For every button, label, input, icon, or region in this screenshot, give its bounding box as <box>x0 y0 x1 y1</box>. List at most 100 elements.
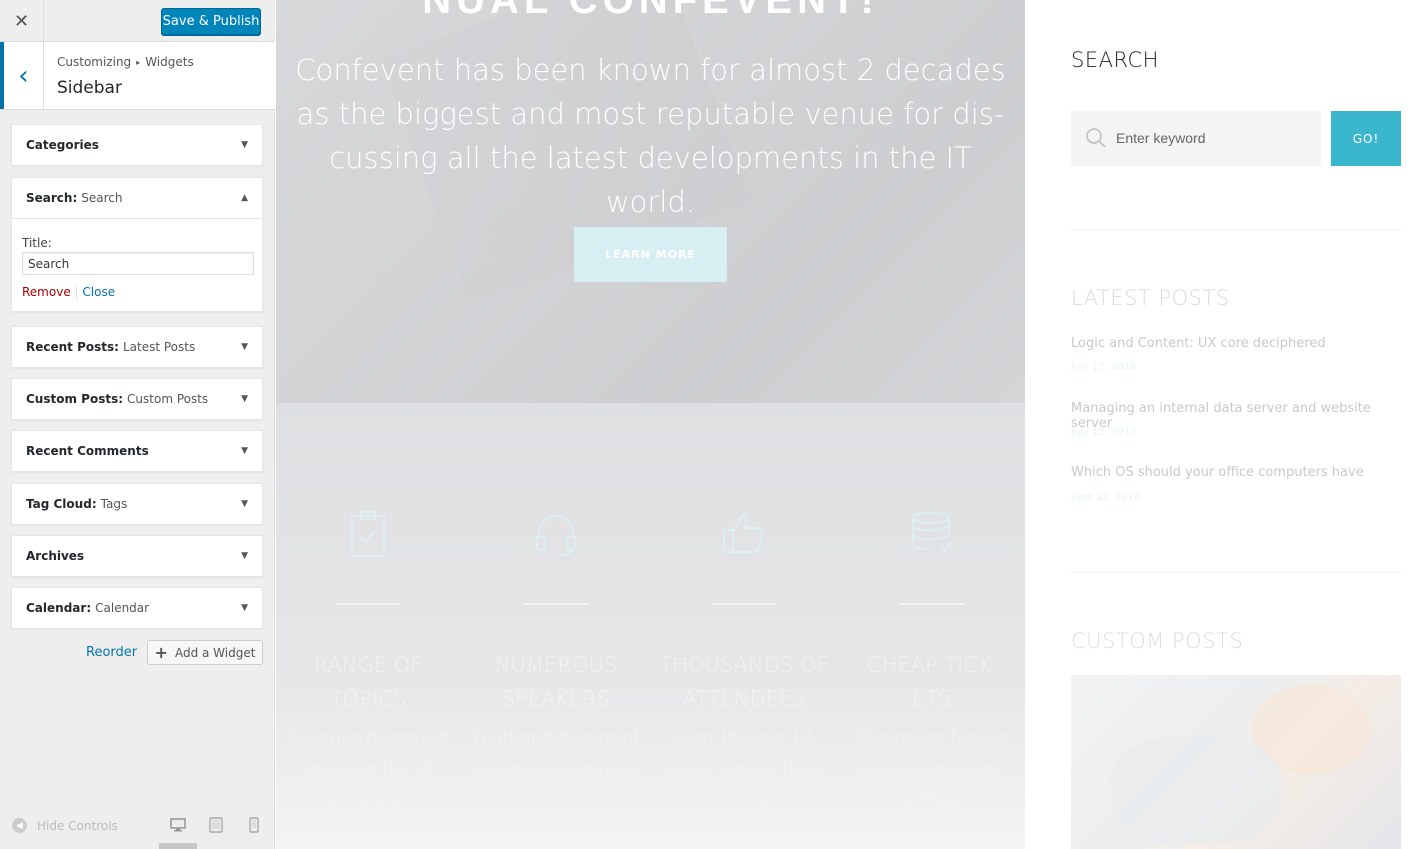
customizer-footer: ◀ Hide Controls <box>0 808 275 849</box>
widget-header[interactable]: Categories ▼ <box>12 125 262 165</box>
widget-name: Recent Comments <box>26 444 149 458</box>
latest-posts-title: LATEST POSTS <box>1071 286 1230 310</box>
post-date: July 12, 2016 <box>1071 362 1137 373</box>
mobile-preview-button[interactable] <box>249 817 259 838</box>
widget-header[interactable]: Archives ▼ <box>12 536 262 576</box>
widget-name-colon: : <box>118 392 124 406</box>
collapse-arrow-icon: ◀ <box>12 818 27 833</box>
save-publish-button[interactable]: Save & Publish <box>161 8 261 35</box>
sidebar-divider <box>1071 229 1401 230</box>
search-widget-title: SEARCH <box>1071 48 1159 72</box>
breadcrumb: Customizing ▸ Widgets <box>57 55 194 69</box>
feature-divider <box>899 603 965 605</box>
database-icon <box>912 512 954 553</box>
breadcrumb-root: Customizing <box>57 55 132 69</box>
feature-text: Over the last 17 years – more than 1 mil… <box>666 728 822 810</box>
clipboard-icon <box>351 511 385 557</box>
title-input[interactable] <box>22 252 254 275</box>
back-button[interactable]: ‹ <box>0 42 44 109</box>
custom-post-image[interactable] <box>1071 675 1401 849</box>
widget-name: Recent Posts <box>26 340 115 354</box>
search-go-button[interactable]: GO! <box>1331 111 1401 166</box>
widget-header[interactable]: Recent Comments ▼ <box>12 431 262 471</box>
headset-icon <box>536 515 576 556</box>
remove-widget-link[interactable]: Remove <box>22 285 71 299</box>
caret-down-icon: ▼ <box>241 551 248 561</box>
feature-title: NUMEROUS SPEAKERS <box>494 653 618 711</box>
widget-subtitle: Calendar <box>95 601 150 615</box>
chevron-left-icon: ‹ <box>18 60 29 91</box>
widget-name-colon: : <box>86 601 92 615</box>
feature-divider <box>711 603 777 605</box>
widget-name: Tag Cloud <box>26 497 92 511</box>
widget-header[interactable]: Recent Posts: Latest Posts ▼ <box>12 327 262 367</box>
widget-name: Archives <box>26 549 85 563</box>
post-date: June 12, 2016 <box>1071 492 1141 503</box>
feature-title: RANGE OF TOPICS <box>313 653 423 711</box>
tablet-preview-button[interactable] <box>209 817 223 838</box>
widget-custom-posts: Custom Posts: Custom Posts ▼ <box>11 378 263 420</box>
plus-icon: + <box>154 643 168 662</box>
close-icon: ✕ <box>13 10 30 31</box>
feature-divider <box>523 603 589 605</box>
desktop-icon <box>170 818 186 832</box>
widget-tag-cloud: Tag Cloud: Tags ▼ <box>11 483 263 525</box>
learn-more-button[interactable]: LEARN MORE <box>574 227 727 282</box>
caret-up-icon: ▲ <box>241 193 248 203</box>
site-preview: NUAL CONFEVENT! Confevent has been known… <box>276 0 1419 849</box>
feature-title: THOUSANDS OF ATTENDEES <box>659 653 829 711</box>
widget-name: Categories <box>26 138 99 152</box>
add-widget-button[interactable]: + Add a Widget <box>147 640 263 665</box>
sidebar-divider <box>1071 572 1401 573</box>
widget-header[interactable]: Custom Posts: Custom Posts ▼ <box>12 379 262 419</box>
section-title: Sidebar <box>57 78 122 98</box>
widget-header[interactable]: Calendar: Calendar ▼ <box>12 588 262 628</box>
widget-recent-comments: Recent Comments ▼ <box>11 430 263 472</box>
latest-post-link[interactable]: Logic and Content: UX core deciphered <box>1071 336 1326 351</box>
hide-controls-button[interactable]: ◀ Hide Controls <box>12 818 118 833</box>
active-device-indicator <box>159 843 197 849</box>
widget-recent-posts: Recent Posts: Latest Posts ▼ <box>11 326 263 368</box>
caret-down-icon: ▼ <box>241 342 248 352</box>
section-header: ‹ Customizing ▸ Widgets Sidebar <box>0 42 275 110</box>
thumbs-up-icon <box>723 514 764 553</box>
widget-header[interactable]: Search: Search ▲ <box>12 178 262 218</box>
hide-controls-label: Hide Controls <box>37 818 118 833</box>
customizer-panel: ✕ Save & Publish ‹ Customizing ▸ Widgets S… <box>0 0 275 849</box>
widget-search: Search: Search ▲ Title: Remove | Close <box>11 177 263 312</box>
search-field <box>1071 111 1321 166</box>
add-widget-label: Add a Widget <box>174 645 256 660</box>
site-sidebar: SEARCH GO! LATEST POSTS Logic and Conten… <box>1071 0 1401 849</box>
latest-post-link[interactable]: Which OS should your office computers ha… <box>1071 465 1364 480</box>
widget-actions: Remove | Close <box>22 285 252 299</box>
caret-down-icon: ▼ <box>241 140 248 150</box>
feature-text: The prices for our tickets are so af- fo… <box>856 728 1008 810</box>
caret-down-icon: ▼ <box>241 446 248 456</box>
close-widget-link[interactable]: Close <box>82 285 115 299</box>
caret-down-icon: ▼ <box>241 603 248 613</box>
desktop-preview-button[interactable] <box>170 817 186 838</box>
widget-subtitle: Custom Posts <box>127 392 209 406</box>
widget-name: Calendar <box>26 601 87 615</box>
widget-archives: Archives ▼ <box>11 535 263 577</box>
hero-text: Confevent has been known for almost 2 de… <box>295 53 1006 219</box>
caret-down-icon: ▼ <box>241 394 248 404</box>
close-customizer-button[interactable]: ✕ <box>0 0 44 42</box>
title-label: Title: <box>22 236 52 250</box>
actions-separator: | <box>74 285 79 299</box>
feature-text: Covering dozens of topics in the IT indu… <box>286 728 450 810</box>
search-input[interactable] <box>1116 127 1311 149</box>
breadcrumb-current: Widgets <box>145 55 194 69</box>
widget-header[interactable]: Tag Cloud: Tags ▼ <box>12 484 262 524</box>
feature-divider <box>335 603 401 605</box>
widget-subtitle: Latest Posts <box>122 340 196 354</box>
widget-subtitle: Tags <box>100 497 128 511</box>
widget-categories: Categories ▼ <box>11 124 263 166</box>
mobile-icon <box>249 817 259 833</box>
feature-text: Featuring dozens of renowned speakers <box>472 728 640 779</box>
reorder-link[interactable]: Reorder <box>86 645 137 660</box>
hero-section: NUAL CONFEVENT! Confevent has been known… <box>276 0 1025 403</box>
search-icon <box>1086 128 1106 148</box>
post-date: July 12, 2016 <box>1071 427 1137 438</box>
widget-name: Custom Posts <box>26 392 119 406</box>
